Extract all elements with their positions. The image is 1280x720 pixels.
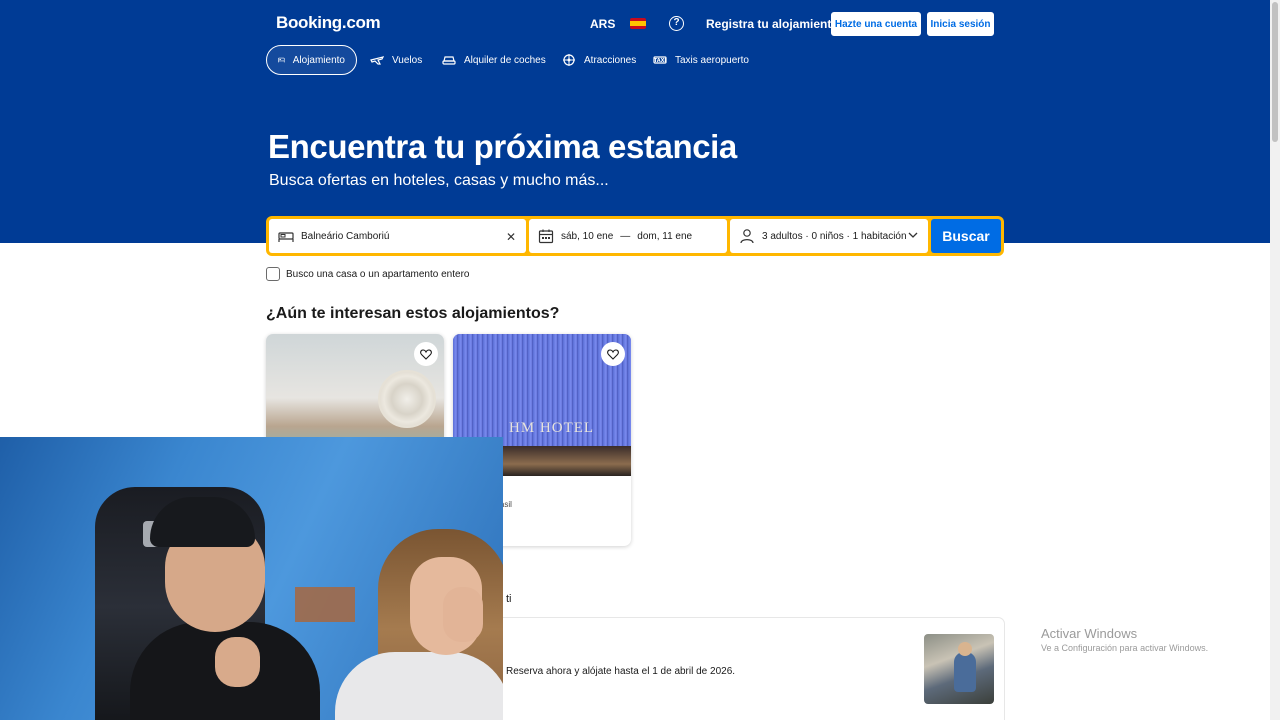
person-body: [335, 652, 503, 720]
offers-section-title: ti: [506, 593, 512, 605]
hotel-facade-sign: HM HOTEL: [509, 420, 595, 436]
hero-subtitle: Busca ofertas en hoteles, casas y mucho …: [269, 172, 609, 189]
calendar-icon: [538, 229, 554, 244]
nav-tab-stays[interactable]: Alojamiento: [266, 45, 357, 75]
nav-tab-airport-taxis[interactable]: TAXI Taxis aeropuerto: [642, 45, 760, 75]
currency-selector[interactable]: ARS: [590, 17, 615, 31]
booking-logo[interactable]: Booking.com: [276, 13, 381, 33]
car-icon: [442, 56, 456, 65]
person-hand: [443, 587, 483, 642]
clear-destination-icon[interactable]: ✕: [506, 230, 516, 244]
person-icon: [740, 229, 754, 244]
nav-tab-car-rental[interactable]: Alquiler de coches: [431, 45, 557, 75]
whole-home-checkbox-row[interactable]: Busco una casa o un apartamento entero: [266, 267, 469, 281]
heart-icon[interactable]: [414, 342, 438, 366]
bed-icon: [278, 57, 285, 63]
heart-icon[interactable]: [601, 342, 625, 366]
nav-tab-flights[interactable]: Vuelos: [359, 45, 433, 75]
nav-label: Alojamiento: [292, 54, 345, 66]
chevron-down-icon: [908, 232, 918, 238]
checkout-date: dom, 11 ene: [637, 230, 693, 242]
background-furniture: [295, 587, 355, 622]
wall-ornament: [378, 370, 436, 428]
offer-text: Reserva ahora y alójate hasta el 1 de ab…: [506, 666, 736, 677]
nav-tab-attractions[interactable]: Atracciones: [551, 45, 647, 75]
scrollbar-thumb[interactable]: [1272, 2, 1278, 142]
search-bar: Balneário Camboriú ✕ sáb, 10 ene — dom, …: [266, 216, 1004, 256]
language-flag-icon[interactable]: [630, 18, 646, 29]
register-property-link[interactable]: Registra tu alojamiento: [706, 17, 839, 31]
search-button[interactable]: Buscar: [931, 219, 1001, 253]
plane-icon: [370, 56, 384, 65]
offer-photo: [924, 634, 994, 704]
signup-button[interactable]: Hazte una cuenta: [831, 12, 921, 36]
windows-activation-watermark: Activar Windows Ve a Configuración para …: [1041, 626, 1208, 653]
dates-field[interactable]: sáb, 10 ene — dom, 11 ene: [529, 219, 727, 253]
hero-banner: [0, 0, 1270, 243]
destination-value: Balneário Camboriú: [301, 230, 390, 242]
watermark-title: Activar Windows: [1041, 626, 1138, 641]
whole-home-label: Busco una casa o un apartamento entero: [286, 268, 470, 280]
guests-field[interactable]: 3 adultos · 0 niños · 1 habitación: [730, 219, 928, 253]
attractions-icon: [563, 54, 575, 66]
hero-title: Encuentra tu próxima estancia: [268, 128, 737, 165]
watermark-subtitle: Ve a Configuración para activar Windows.: [1041, 643, 1209, 653]
date-separator: —: [620, 230, 631, 242]
whole-home-checkbox[interactable]: [266, 267, 280, 281]
nav-label: Taxis aeropuerto: [675, 54, 749, 66]
nav-label: Vuelos: [392, 54, 423, 66]
person-hand: [215, 637, 260, 687]
webcam-overlay: [0, 437, 503, 720]
taxi-icon: TAXI: [653, 56, 667, 64]
nav-label: Alquiler de coches: [464, 54, 546, 66]
recent-section-title: ¿Aún te interesan estos alojamientos?: [266, 305, 560, 322]
svg-text:TAXI: TAXI: [654, 58, 667, 64]
signin-button[interactable]: Inicia sesión: [927, 12, 994, 36]
destination-field[interactable]: Balneário Camboriú ✕: [269, 219, 526, 253]
bed-icon: [278, 231, 294, 242]
checkin-date: sáb, 10 ene: [561, 230, 614, 242]
page-scrollbar[interactable]: [1270, 0, 1280, 720]
help-icon[interactable]: ?: [669, 16, 684, 31]
nav-label: Atracciones: [584, 54, 637, 66]
guests-value: 3 adultos · 0 niños · 1 habitación: [762, 230, 907, 242]
